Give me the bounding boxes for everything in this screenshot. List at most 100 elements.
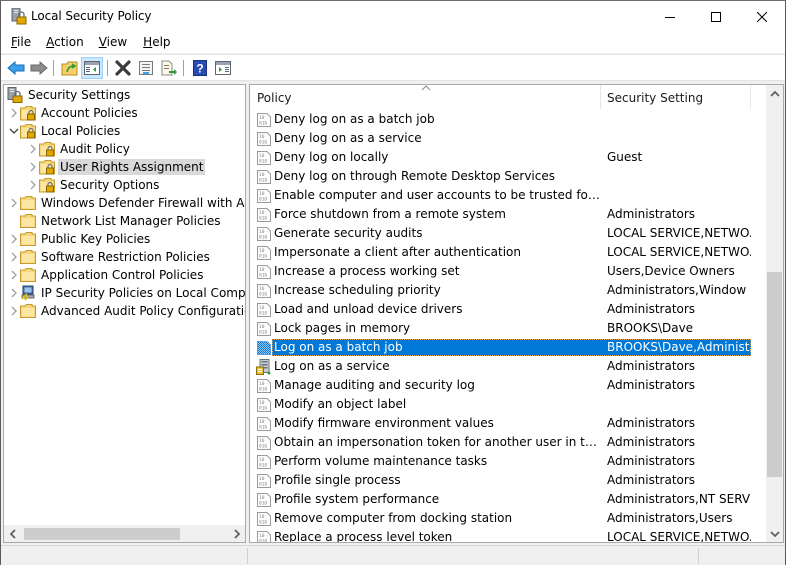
svg-text:010: 010	[259, 197, 267, 203]
policy-row[interactable]: 10 010 Manage auditing and security log Adm…	[250, 376, 766, 395]
policy-row[interactable]: 10 010 Enable computer and user accounts t…	[250, 186, 766, 205]
chevron-right-icon[interactable]	[8, 230, 20, 248]
policy-row[interactable]: 10 010 Force shutdown from a remote system…	[250, 205, 766, 224]
policy-row[interactable]: 10 010 Modify an object label	[250, 395, 766, 414]
policy-icon: 10 010	[256, 492, 272, 508]
tree-horizontal-scrollbar[interactable]	[4, 525, 245, 542]
svg-text:10: 10	[259, 134, 265, 140]
tree-item-account-policies[interactable]: Account Policies	[8, 104, 140, 122]
maximize-button[interactable]	[693, 1, 739, 32]
policy-row[interactable]: 10 010 Deny log on locally Guest	[250, 148, 766, 167]
chevron-right-icon[interactable]	[27, 176, 39, 194]
scroll-up-button[interactable]	[766, 85, 783, 102]
menu-help[interactable]: Help	[143, 32, 170, 53]
policy-row[interactable]: 10 010 Lock pages in memory BROOKS\Dave	[250, 319, 766, 338]
policy-row[interactable]: 10 010 Generate security audits LOCAL SERVI…	[250, 224, 766, 243]
tree-item-audit-policy[interactable]: Audit Policy	[27, 140, 132, 158]
column-divider[interactable]	[750, 85, 751, 109]
show-hide-action-pane-button[interactable]	[212, 57, 234, 79]
svg-text:010: 010	[259, 520, 267, 526]
policy-row[interactable]: 10 010 Deny log on as a batch job	[250, 110, 766, 129]
policy-icon: 10 010	[256, 397, 272, 413]
policy-name: Log on as a batch job	[274, 340, 403, 354]
chevron-down-icon[interactable]	[8, 122, 20, 140]
tree-item-software-restriction-policies[interactable]: Software Restriction Policies	[8, 248, 212, 266]
scroll-left-button[interactable]	[4, 525, 21, 542]
chevron-right-icon[interactable]	[8, 284, 20, 302]
svg-text:010: 010	[259, 330, 267, 336]
tree-item-public-key-policies[interactable]: Public Key Policies	[8, 230, 152, 248]
minimize-button[interactable]	[647, 1, 693, 32]
policy-row[interactable]: 10 010 Modify firmware environment values A…	[250, 414, 766, 433]
chevron-right-icon[interactable]	[8, 266, 20, 284]
policy-row[interactable]: 10 010 Obtain an impersonation token for a…	[250, 433, 766, 452]
scroll-right-button[interactable]	[228, 525, 245, 542]
policy-row[interactable]: 10 010 Perform volume maintenance tasks Adm…	[250, 452, 766, 471]
list-vertical-scrollbar[interactable]	[766, 85, 783, 542]
policy-row[interactable]: 10 010 Remove computer from docking statio…	[250, 509, 766, 528]
chevron-right-icon[interactable]	[27, 158, 39, 176]
export-list-button[interactable]	[158, 57, 180, 79]
title-bar[interactable]: Local Security Policy	[1, 1, 785, 32]
horizontal-scroll-thumb[interactable]	[24, 528, 180, 540]
chevron-right-icon[interactable]	[27, 140, 39, 158]
policy-name: Deny log on as a batch job	[274, 112, 435, 126]
tree-root-security-settings[interactable]: Security Settings	[7, 86, 132, 104]
vertical-scroll-thumb[interactable]	[767, 272, 782, 477]
chevron-right-icon[interactable]	[8, 104, 20, 122]
svg-text:10: 10	[259, 514, 265, 520]
menu-action[interactable]: Action	[46, 32, 84, 53]
security-setting-value: Administrators	[607, 454, 696, 468]
tree-item-user-rights-assignment[interactable]: User Rights Assignment	[27, 158, 206, 176]
policy-icon: 10 010	[256, 264, 272, 280]
tree-item-advanced-audit-policy-configuration[interactable]: Advanced Audit Policy Configuration	[8, 302, 245, 320]
list-header: Policy Security Setting	[250, 85, 766, 109]
show-hide-console-tree-button[interactable]	[81, 57, 103, 79]
toolbar-separator	[53, 60, 54, 76]
back-arrow-icon	[7, 61, 25, 75]
tree-item-security-options[interactable]: Security Options	[27, 176, 161, 194]
policy-row[interactable]: 10 010 Deny log on through Remote Desktop …	[250, 167, 766, 186]
back-button[interactable]	[5, 57, 27, 79]
scroll-down-button[interactable]	[766, 525, 783, 542]
column-header-setting-label: Security Setting	[607, 91, 704, 105]
tree-item-local-policies[interactable]: Local Policies	[8, 122, 122, 140]
policy-row[interactable]: 10 010 Impersonate a client after authenti…	[250, 243, 766, 262]
svg-text:10: 10	[259, 267, 265, 273]
chevron-right-icon[interactable]	[8, 194, 20, 212]
menu-file[interactable]: File	[11, 32, 31, 53]
tree-item-windows-defender-firewall-with-adva[interactable]: Windows Defender Firewall with Adva	[8, 194, 245, 212]
chevron-right-icon[interactable]	[8, 248, 20, 266]
tree-item-application-control-policies[interactable]: Application Control Policies	[8, 266, 205, 284]
policy-icon: 10 010	[256, 530, 272, 542]
policy-row[interactable]: 10 010 Profile single process Administrator…	[250, 471, 766, 490]
chevron-right-icon[interactable]	[8, 302, 20, 320]
policy-row[interactable]: 10 010 Increase a process working set Users…	[250, 262, 766, 281]
security-setting-value: Administrators	[607, 302, 696, 316]
svg-text:?: ?	[196, 62, 203, 76]
delete-button[interactable]	[112, 57, 134, 79]
menu-view[interactable]: View	[99, 32, 127, 53]
close-button[interactable]	[739, 1, 785, 32]
policy-name: Deny log on as a service	[274, 131, 422, 145]
policy-row[interactable]: 10 010 Deny log on as a service	[250, 129, 766, 148]
tree-item-network-list-manager-policies[interactable]: Network List Manager Policies	[8, 212, 223, 230]
policy-row[interactable]: 10 010 Increase scheduling priority Adminis…	[250, 281, 766, 300]
up-one-level-button[interactable]	[59, 57, 81, 79]
tree-item-ip-security-policies-on-local-compute[interactable]: IP Security Policies on Local Compute	[8, 284, 245, 302]
policy-row[interactable]: 10 010 Profile system performance Administr…	[250, 490, 766, 509]
policy-icon: 10 010	[256, 321, 272, 337]
menu-view-accel: V	[98, 35, 107, 49]
forward-button[interactable]	[28, 57, 50, 79]
toolbar-separator	[183, 60, 184, 76]
policy-row[interactable]: Log on as a service Administrators	[250, 357, 766, 376]
column-header-security-setting[interactable]: Security Setting	[600, 85, 750, 109]
properties-button[interactable]	[135, 57, 157, 79]
policy-icon: 10 010	[256, 169, 272, 185]
policy-name: Force shutdown from a remote system	[274, 207, 506, 221]
menu-help-accel: H	[143, 35, 153, 49]
policy-row[interactable]: 10 010 Load and unload device drivers Admin…	[250, 300, 766, 319]
help-button[interactable]: ?	[189, 57, 211, 79]
policy-row[interactable]: 10 010 Replace a process level token LOCAL …	[250, 528, 766, 542]
policy-row[interactable]: Log on as a batch job BROOKS\Dave,Adminis…	[250, 338, 766, 357]
